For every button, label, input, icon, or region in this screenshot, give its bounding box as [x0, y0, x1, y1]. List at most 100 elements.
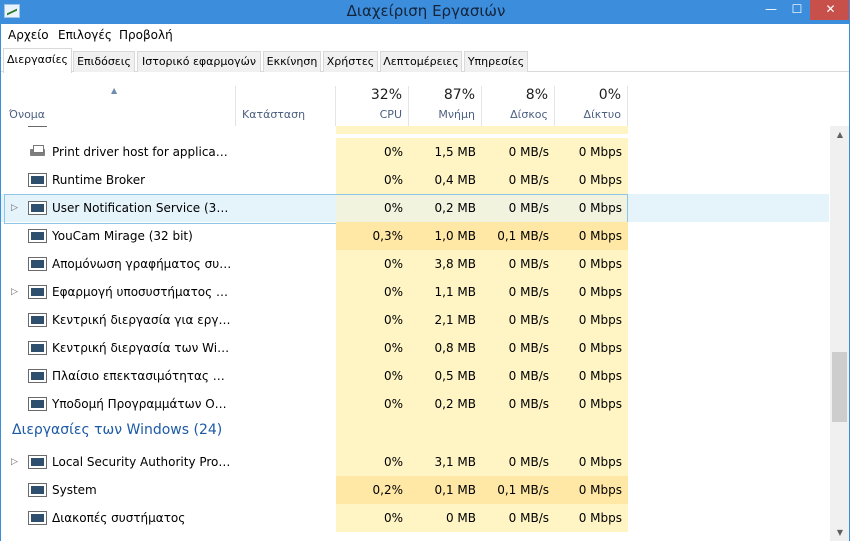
- table-row[interactable]: Διακοπές συστήματος 0% 0 MB 0 MB/s 0 Mbps: [1, 504, 829, 532]
- table-row[interactable]: ▷ Local Security Authority Process 0% 3,1 M…: [1, 448, 829, 476]
- expand-arrow-icon[interactable]: [11, 504, 21, 532]
- process-memory: 0,8 MB: [409, 334, 482, 362]
- column-memory[interactable]: 87% Μνήμη: [409, 86, 482, 126]
- process-memory: 0,1 MB: [409, 476, 482, 504]
- app-window-icon: [28, 173, 47, 187]
- process-cpu: 0%: [336, 390, 409, 418]
- expand-arrow-icon[interactable]: ▷: [11, 194, 21, 222]
- sort-ascending-icon: ▲: [111, 86, 118, 95]
- expand-arrow-icon[interactable]: [11, 222, 21, 250]
- group-title: Διεργασίες των Windows (24): [12, 422, 223, 438]
- memory-total-percent: 87%: [443, 87, 475, 103]
- process-status: [242, 222, 332, 250]
- process-network: 0 Mbps: [555, 476, 628, 504]
- process-cpu: 0%: [336, 250, 409, 278]
- process-network: 0 Mbps: [555, 390, 628, 418]
- table-row[interactable]: Υποδομή Προγραμμάτων Οδήγησης0%0,2 MB0 M…: [1, 390, 829, 418]
- process-memory: 0,4 MB: [409, 166, 482, 194]
- table-row[interactable]: Κεντρική διεργασία των Windows0%0,8 MB0 …: [1, 334, 829, 362]
- tab-users[interactable]: Χρήστες: [323, 51, 378, 72]
- process-name: Απομόνωση γραφήματος συσκευής ήχου των W…: [52, 257, 232, 271]
- process-memory: 1,0 MB: [409, 222, 482, 250]
- scroll-up-arrow-icon[interactable]: ▲: [830, 126, 849, 143]
- app-window-icon: [28, 126, 47, 127]
- process-disk: 0 MB/s: [482, 362, 555, 390]
- expand-arrow-icon[interactable]: [11, 250, 21, 278]
- expand-arrow-icon[interactable]: [11, 138, 21, 166]
- process-memory: 2,1 MB: [409, 306, 482, 334]
- process-cpu: 0%: [336, 362, 409, 390]
- tab-services[interactable]: Υπηρεσίες: [464, 51, 528, 72]
- expand-arrow-icon[interactable]: [11, 334, 21, 362]
- column-status[interactable]: Κατάσταση: [236, 86, 336, 126]
- process-cpu: 0%: [336, 504, 409, 532]
- expand-arrow-icon[interactable]: ▷: [11, 278, 21, 306]
- column-name[interactable]: ▲ Όνομα: [1, 86, 236, 126]
- expand-arrow-icon[interactable]: [11, 476, 21, 504]
- process-cpu: 0%: [336, 448, 409, 476]
- process-memory: 0,2 MB: [409, 194, 482, 222]
- column-cpu-label: CPU: [379, 108, 402, 121]
- scroll-down-arrow-icon[interactable]: ▼: [830, 524, 849, 541]
- close-button[interactable]: ✕: [810, 0, 849, 20]
- process-network: 0 Mbps: [555, 194, 628, 222]
- process-disk: 0 MB/s: [482, 448, 555, 476]
- maximize-button[interactable]: ☐: [784, 0, 810, 20]
- network-total-percent: 0%: [598, 87, 621, 103]
- table-row[interactable]: Κεντρική διεργασία για εργασίες των Wind…: [1, 306, 829, 334]
- app-window-icon: [28, 455, 47, 469]
- group-header[interactable]: Διεργασίες των Windows (24): [1, 418, 829, 448]
- process-name: Κεντρική διεργασία για εργασίες των Wind…: [52, 313, 232, 327]
- table-row[interactable]: Runtime Broker 0% 0,4 MB 0 MB/s 0 Mbps: [1, 166, 829, 194]
- column-status-label: Κατάσταση: [242, 108, 306, 121]
- process-memory: 1,5 MB: [409, 138, 482, 166]
- process-disk: 0 MB/s: [482, 306, 555, 334]
- window-title: Διαχείριση Εργασιών: [346, 2, 506, 20]
- process-network: 0 Mbps: [555, 278, 628, 306]
- table-row[interactable]: YouCam Mirage (32 bit) 0,3% 1,0 MB 0,1 MB/s…: [1, 222, 829, 250]
- expand-arrow-icon[interactable]: [11, 390, 21, 418]
- app-window-icon: [28, 341, 47, 355]
- column-disk-label: Δίσκος: [510, 108, 548, 121]
- process-memory: 0,2 MB: [409, 390, 482, 418]
- app-window-icon: [28, 201, 47, 215]
- scroll-thumb[interactable]: [832, 352, 847, 422]
- minimize-button[interactable]: —: [758, 0, 784, 20]
- menu-bar: Αρχείο Επιλογές Προβολή: [1, 24, 849, 46]
- tab-details[interactable]: Λεπτομέρειες: [380, 51, 462, 72]
- expand-arrow-icon[interactable]: [11, 166, 21, 194]
- table-row[interactable]: [1, 126, 829, 134]
- table-row[interactable]: ▷ Εφαρμογή υποσυστήματος ουράς εκτύπωσης 0…: [1, 278, 829, 306]
- table-row[interactable]: Πλαίσιο επεκτασιμότητας Windows0%0,5 MB0…: [1, 362, 829, 390]
- process-cpu: 0%: [336, 334, 409, 362]
- tab-startup[interactable]: Εκκίνηση: [263, 51, 321, 72]
- app-window-icon: [28, 511, 47, 525]
- process-name: Κεντρική διεργασία των Windows: [52, 341, 232, 355]
- process-memory: 3,1 MB: [409, 448, 482, 476]
- process-disk: 0 MB/s: [482, 166, 555, 194]
- table-row[interactable]: System 0,2% 0,1 MB 0,1 MB/s 0 Mbps: [1, 476, 829, 504]
- process-disk: 0 MB/s: [482, 250, 555, 278]
- menu-view[interactable]: Προβολή: [119, 28, 173, 42]
- process-cpu: 0%: [336, 278, 409, 306]
- tab-app-history[interactable]: Ιστορικό εφαρμογών: [137, 51, 261, 72]
- process-memory: 0 MB: [409, 504, 482, 532]
- expand-arrow-icon[interactable]: ▷: [11, 448, 21, 476]
- table-row[interactable]: Print driver host for applications 0% 1,5 …: [1, 138, 829, 166]
- expand-arrow-icon[interactable]: [11, 306, 21, 334]
- column-network[interactable]: 0% Δίκτυο: [555, 86, 628, 126]
- process-name: Διακοπές συστήματος: [52, 511, 186, 525]
- app-window-icon: [28, 285, 47, 299]
- menu-file[interactable]: Αρχείο: [8, 28, 49, 42]
- menu-options[interactable]: Επιλογές: [58, 28, 112, 42]
- column-memory-label: Μνήμη: [438, 108, 475, 121]
- vertical-scrollbar[interactable]: ▲ ▼: [830, 126, 849, 541]
- table-row[interactable]: Απομόνωση γραφήματος συσκευής ήχου των W…: [1, 250, 829, 278]
- table-row[interactable]: ▷ User Notification Service (32 bit) 0% 0,2…: [1, 194, 829, 224]
- process-disk: 0 MB/s: [482, 194, 555, 222]
- tab-processes[interactable]: Διεργασίες: [3, 48, 72, 73]
- column-disk[interactable]: 8% Δίσκος: [482, 86, 555, 126]
- column-cpu[interactable]: 32% CPU: [336, 86, 409, 126]
- expand-arrow-icon[interactable]: [11, 362, 21, 390]
- tab-performance[interactable]: Επιδόσεις: [73, 51, 135, 72]
